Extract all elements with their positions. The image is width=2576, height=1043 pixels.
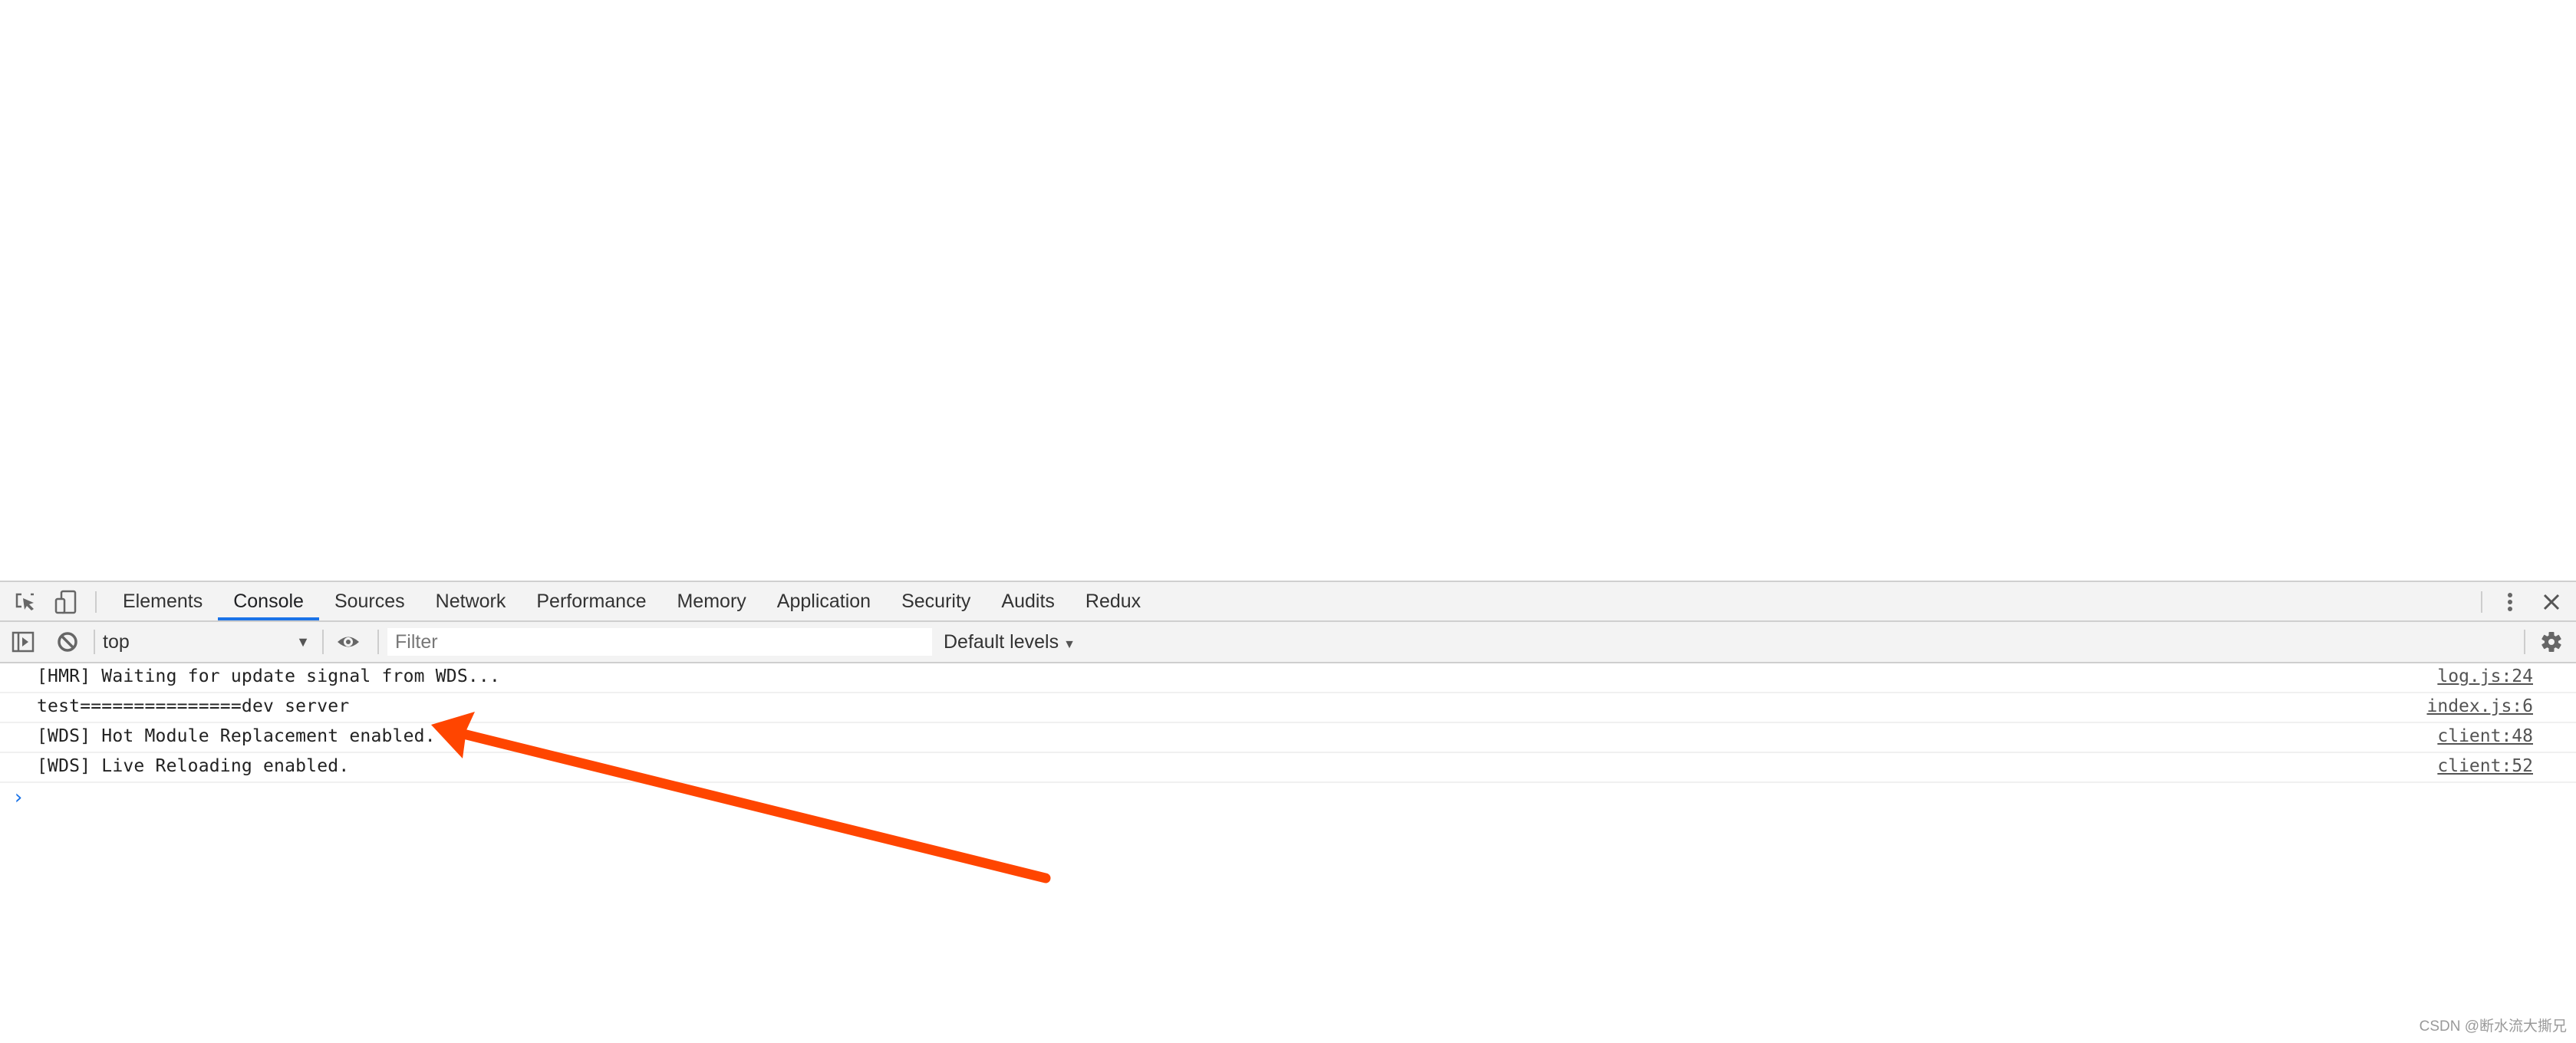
tab-redux[interactable]: Redux <box>1070 582 1156 620</box>
context-value: top <box>103 631 130 653</box>
dropdown-arrow-icon: ▼ <box>296 634 310 650</box>
devtools-panel: Elements Console Sources Network Perform… <box>0 581 2576 1043</box>
tab-console[interactable]: Console <box>218 582 319 620</box>
separator <box>2524 630 2525 654</box>
page-viewport <box>0 0 2576 581</box>
console-prompt[interactable]: › <box>12 786 25 809</box>
tab-security[interactable]: Security <box>886 582 986 620</box>
show-sidebar-icon[interactable] <box>11 630 35 654</box>
tab-elements[interactable]: Elements <box>107 582 218 620</box>
message-text: [WDS] Live Reloading enabled. <box>37 756 350 776</box>
inspect-element-icon[interactable] <box>14 590 38 614</box>
console-toolbar: top ▼ Default levels ▼ <box>0 622 2576 663</box>
message-source-link[interactable]: client:48 <box>2437 726 2533 746</box>
console-message: [WDS] Live Reloading enabled. client:52 <box>0 753 2576 783</box>
gear-icon[interactable] <box>2539 630 2564 654</box>
tab-network[interactable]: Network <box>420 582 522 620</box>
dropdown-arrow-icon: ▼ <box>1063 638 1076 651</box>
tab-application[interactable]: Application <box>762 582 886 620</box>
context-selector[interactable]: top ▼ <box>103 628 310 656</box>
separator <box>94 630 95 654</box>
message-text: [HMR] Waiting for update signal from WDS… <box>37 666 501 686</box>
log-levels-dropdown[interactable]: Default levels ▼ <box>944 628 1076 656</box>
separator <box>377 630 379 654</box>
message-text: [WDS] Hot Module Replacement enabled. <box>37 726 436 746</box>
console-message: [WDS] Hot Module Replacement enabled. cl… <box>0 723 2576 753</box>
message-source-link[interactable]: index.js:6 <box>2427 696 2533 716</box>
watermark: CSDN @断水流大撕兄 <box>2419 1018 2567 1035</box>
console-message: test===============dev server index.js:6 <box>0 693 2576 723</box>
separator <box>2481 591 2482 613</box>
device-toolbar-icon[interactable] <box>54 590 78 614</box>
message-source-link[interactable]: log.js:24 <box>2437 666 2533 686</box>
console-message: [HMR] Waiting for update signal from WDS… <box>0 663 2576 693</box>
console-messages: [HMR] Waiting for update signal from WDS… <box>0 663 2576 783</box>
close-icon[interactable] <box>2539 590 2564 614</box>
log-levels-label: Default levels <box>944 631 1059 653</box>
message-text: test===============dev server <box>37 696 350 716</box>
tab-performance[interactable]: Performance <box>521 582 661 620</box>
message-source-link[interactable]: client:52 <box>2437 756 2533 776</box>
filter-input[interactable] <box>387 628 932 656</box>
more-vertical-icon[interactable] <box>2498 590 2522 614</box>
live-expression-icon[interactable] <box>336 630 361 654</box>
clear-console-icon[interactable] <box>55 630 80 654</box>
devtools-tabbar: Elements Console Sources Network Perform… <box>0 581 2576 622</box>
tab-sources[interactable]: Sources <box>319 582 420 620</box>
separator <box>95 591 97 613</box>
separator <box>322 630 324 654</box>
tab-memory[interactable]: Memory <box>661 582 761 620</box>
tab-audits[interactable]: Audits <box>986 582 1069 620</box>
tab-list: Elements Console Sources Network Perform… <box>107 582 1156 620</box>
